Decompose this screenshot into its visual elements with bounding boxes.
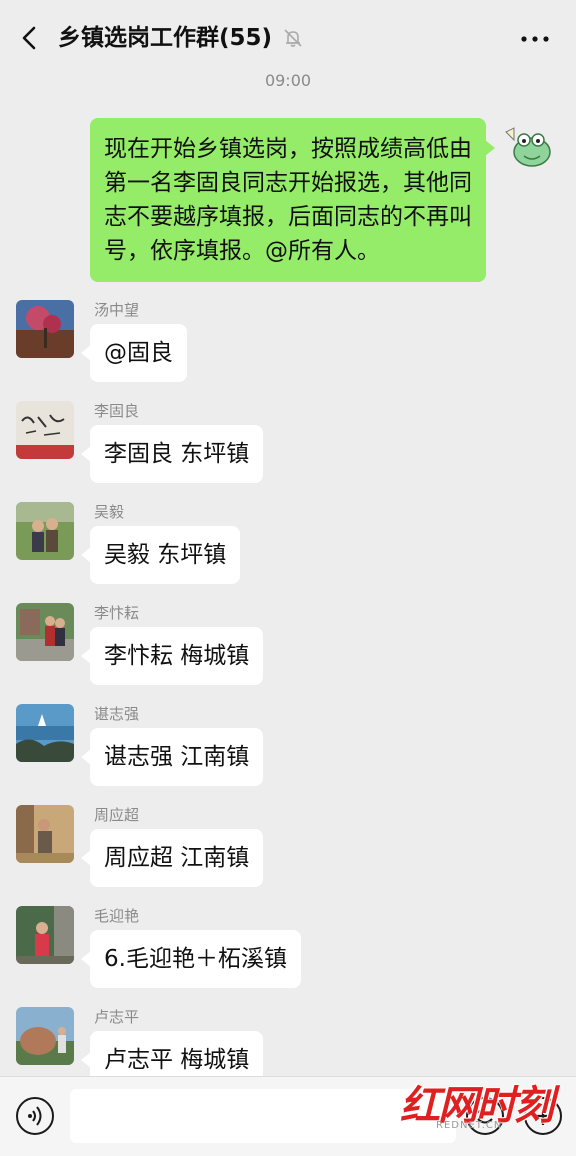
avatar[interactable]	[16, 906, 74, 964]
chat-header: 乡镇选岗工作群(55)	[0, 0, 576, 76]
avatar[interactable]	[16, 704, 74, 762]
message-bubble[interactable]: 吴毅 东坪镇	[80, 526, 241, 584]
sender-name: 周应超	[94, 806, 140, 824]
chat-title: 乡镇选岗工作群(55)	[58, 25, 273, 51]
own-avatar[interactable]	[500, 118, 558, 176]
bell-off-icon	[284, 29, 302, 47]
watermark-logo: 红网时刻 REDNET.CN	[400, 1078, 560, 1134]
message-row: 毛迎艳 6.毛迎艳＋柘溪镇	[0, 906, 576, 1006]
avatar[interactable]	[16, 1007, 74, 1065]
own-message-bubble[interactable]: 现在开始乡镇选岗，按照成绩高低由第一名李固良同志开始报选，其他同志不要越序填报，…	[90, 118, 495, 282]
sender-name: 谌志强	[94, 705, 140, 723]
avatar[interactable]	[16, 603, 74, 661]
message-bubble[interactable]: @固良	[81, 324, 187, 382]
message-bubble[interactable]: 谌志强 江南镇	[80, 728, 264, 786]
message-row: 吴毅 吴毅 东坪镇	[0, 502, 576, 602]
sender-name: 毛迎艳	[94, 907, 140, 925]
watermark-subtext: REDNET.CN	[436, 1120, 503, 1131]
more-button[interactable]	[518, 26, 552, 52]
voice-icon	[28, 1106, 42, 1126]
message-row: 汤中望 @固良	[0, 300, 576, 400]
voice-button[interactable]	[16, 1097, 54, 1135]
message-input[interactable]	[70, 1089, 456, 1143]
sender-name: 李忭耘	[94, 604, 140, 622]
message-bubble[interactable]: 李忭耘 梅城镇	[80, 627, 264, 685]
message-row: 谌志强 谌志强 江南镇	[0, 704, 576, 804]
back-button[interactable]	[14, 20, 44, 56]
message-row: 周应超 周应超 江南镇	[0, 805, 576, 905]
message-bubble[interactable]: 周应超 江南镇	[80, 829, 264, 887]
message-row: 李忭耘 李忭耘 梅城镇	[0, 603, 576, 703]
avatar[interactable]	[16, 805, 74, 863]
sender-name: 汤中望	[94, 301, 140, 319]
avatar[interactable]	[16, 401, 74, 459]
sender-name: 李固良	[94, 402, 140, 420]
avatar[interactable]	[16, 300, 74, 358]
avatar[interactable]	[16, 502, 74, 560]
message-timestamp: 09:00	[264, 71, 312, 90]
message-row: 李固良 李固良 东坪镇	[0, 401, 576, 501]
message-bubble[interactable]: 6.毛迎艳＋柘溪镇	[81, 930, 301, 988]
message-bubble[interactable]: 李固良 东坪镇	[80, 425, 264, 483]
sender-name: 吴毅	[94, 503, 125, 521]
sender-name: 卢志平	[94, 1008, 140, 1026]
